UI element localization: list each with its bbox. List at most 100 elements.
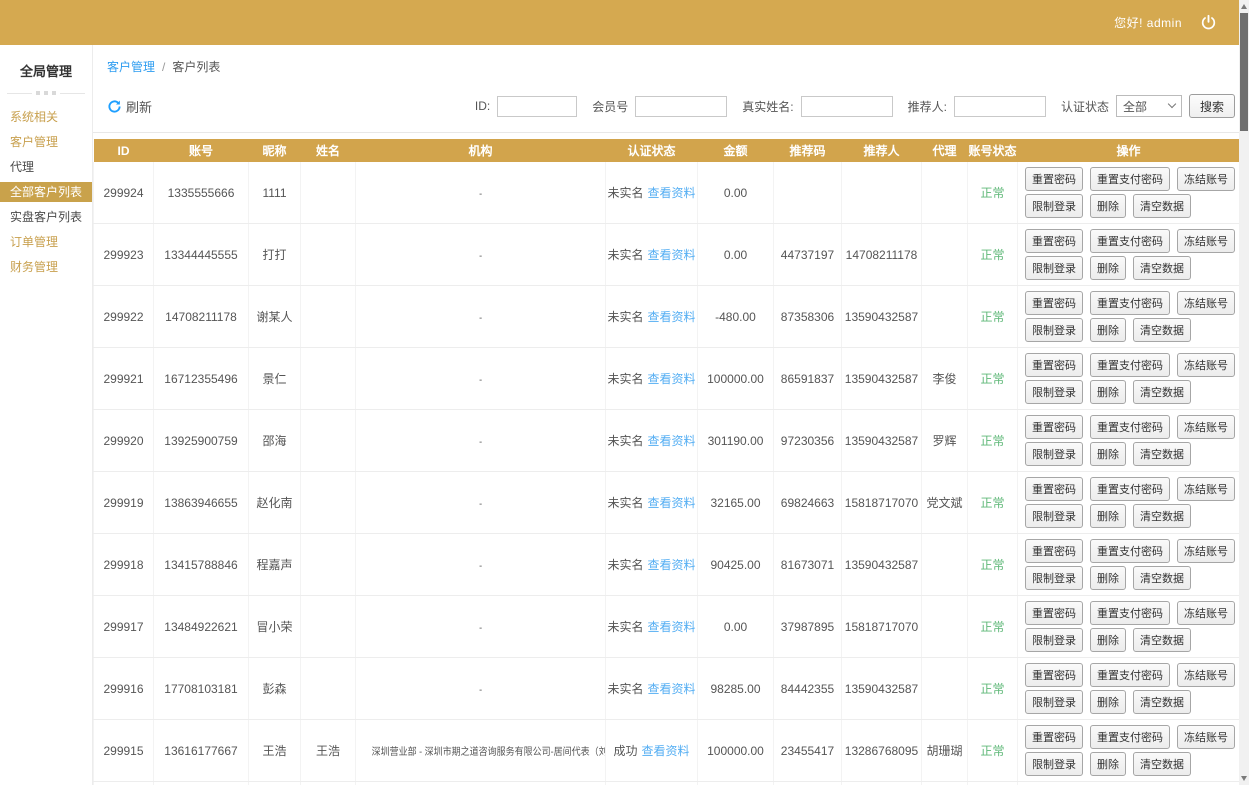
restrict-login-button[interactable]: 限制登录: [1025, 380, 1083, 404]
delete-button[interactable]: 删除: [1090, 628, 1126, 652]
sidebar-item-orders[interactable]: 订单管理: [0, 232, 92, 252]
reset-password-button[interactable]: 重置密码: [1025, 415, 1083, 439]
search-button[interactable]: 搜索: [1189, 94, 1235, 118]
reset-pay-password-button[interactable]: 重置支付密码: [1090, 415, 1170, 439]
view-profile-link[interactable]: 查看资料: [648, 620, 696, 634]
view-profile-link[interactable]: 查看资料: [648, 496, 696, 510]
delete-button[interactable]: 删除: [1090, 566, 1126, 590]
clear-data-button[interactable]: 清空数据: [1133, 256, 1191, 280]
scrollbar-down-arrow-icon[interactable]: [1241, 776, 1247, 781]
reset-pay-password-button[interactable]: 重置支付密码: [1090, 353, 1170, 377]
auth-status-select[interactable]: 全部: [1116, 95, 1182, 117]
cell-nickname: 打打: [249, 224, 301, 286]
restrict-login-button[interactable]: 限制登录: [1025, 194, 1083, 218]
reset-password-button[interactable]: 重置密码: [1025, 663, 1083, 687]
reset-password-button[interactable]: 重置密码: [1025, 477, 1083, 501]
clear-data-button[interactable]: 清空数据: [1133, 566, 1191, 590]
delete-button[interactable]: 删除: [1090, 380, 1126, 404]
freeze-account-button[interactable]: 冻结账号: [1177, 477, 1235, 501]
reset-password-button[interactable]: 重置密码: [1025, 229, 1083, 253]
reset-password-button[interactable]: 重置密码: [1025, 291, 1083, 315]
clear-data-button[interactable]: 清空数据: [1133, 504, 1191, 528]
delete-button[interactable]: 删除: [1090, 690, 1126, 714]
sidebar-item-real-customers[interactable]: 实盘客户列表: [0, 207, 92, 227]
referrer-input[interactable]: [954, 96, 1046, 117]
vertical-scrollbar[interactable]: [1239, 0, 1249, 785]
restrict-login-button[interactable]: 限制登录: [1025, 690, 1083, 714]
scrollbar-up-arrow-icon[interactable]: [1241, 4, 1247, 9]
power-logout-icon[interactable]: [1200, 14, 1217, 31]
freeze-account-button[interactable]: 冻结账号: [1177, 353, 1235, 377]
clear-data-button[interactable]: 清空数据: [1133, 318, 1191, 342]
refresh-label: 刷新: [126, 97, 152, 116]
restrict-login-button[interactable]: 限制登录: [1025, 318, 1083, 342]
view-profile-link[interactable]: 查看资料: [648, 310, 696, 324]
delete-button[interactable]: 删除: [1090, 504, 1126, 528]
reset-password-button[interactable]: 重置密码: [1025, 601, 1083, 625]
sidebar-item-customer-mgmt[interactable]: 客户管理: [0, 132, 92, 152]
clear-data-button[interactable]: 清空数据: [1133, 690, 1191, 714]
view-profile-link[interactable]: 查看资料: [648, 434, 696, 448]
freeze-account-button[interactable]: 冻结账号: [1177, 167, 1235, 191]
sidebar-item-all-customers[interactable]: 全部客户列表: [0, 182, 92, 202]
view-profile-link[interactable]: 查看资料: [648, 682, 696, 696]
delete-button[interactable]: 删除: [1090, 752, 1126, 776]
freeze-account-button[interactable]: 冻结账号: [1177, 229, 1235, 253]
clear-data-button[interactable]: 清空数据: [1133, 442, 1191, 466]
reset-pay-password-button[interactable]: 重置支付密码: [1090, 663, 1170, 687]
restrict-login-button[interactable]: 限制登录: [1025, 628, 1083, 652]
scrollbar-thumb[interactable]: [1240, 13, 1248, 131]
reset-pay-password-button[interactable]: 重置支付密码: [1090, 477, 1170, 501]
id-input[interactable]: [497, 96, 577, 117]
cell-account-status: 正常: [968, 286, 1018, 348]
cell-name: [301, 286, 356, 348]
freeze-account-button[interactable]: 冻结账号: [1177, 663, 1235, 687]
view-profile-link[interactable]: 查看资料: [648, 186, 696, 200]
reset-password-button[interactable]: 重置密码: [1025, 725, 1083, 749]
freeze-account-button[interactable]: 冻结账号: [1177, 291, 1235, 315]
reset-pay-password-button[interactable]: 重置支付密码: [1090, 229, 1170, 253]
breadcrumb-parent-link[interactable]: 客户管理: [107, 60, 155, 74]
view-profile-link[interactable]: 查看资料: [648, 248, 696, 262]
delete-button[interactable]: 删除: [1090, 442, 1126, 466]
reset-password-button[interactable]: 重置密码: [1025, 353, 1083, 377]
restrict-login-button[interactable]: 限制登录: [1025, 566, 1083, 590]
restrict-login-button[interactable]: 限制登录: [1025, 504, 1083, 528]
member-number-input[interactable]: [635, 96, 727, 117]
sidebar-item-finance[interactable]: 财务管理: [0, 257, 92, 277]
sidebar-item-system[interactable]: 系统相关: [0, 107, 92, 127]
reset-pay-password-button[interactable]: 重置支付密码: [1090, 539, 1170, 563]
freeze-account-button[interactable]: 冻结账号: [1177, 601, 1235, 625]
clear-data-button[interactable]: 清空数据: [1133, 628, 1191, 652]
restrict-login-button[interactable]: 限制登录: [1025, 442, 1083, 466]
view-profile-link[interactable]: 查看资料: [648, 558, 696, 572]
freeze-account-button[interactable]: 冻结账号: [1177, 415, 1235, 439]
reset-pay-password-button[interactable]: 重置支付密码: [1090, 291, 1170, 315]
clear-data-button[interactable]: 清空数据: [1133, 380, 1191, 404]
reset-pay-password-button[interactable]: 重置支付密码: [1090, 725, 1170, 749]
reset-pay-password-button[interactable]: 重置支付密码: [1090, 167, 1170, 191]
cell-account-status: 正常: [968, 782, 1018, 785]
delete-button[interactable]: 删除: [1090, 194, 1126, 218]
restrict-login-button[interactable]: 限制登录: [1025, 256, 1083, 280]
cell-account-status: 正常: [968, 596, 1018, 658]
delete-button[interactable]: 删除: [1090, 318, 1126, 342]
reset-password-button[interactable]: 重置密码: [1025, 539, 1083, 563]
delete-button[interactable]: 删除: [1090, 256, 1126, 280]
freeze-account-button[interactable]: 冻结账号: [1177, 539, 1235, 563]
view-profile-link[interactable]: 查看资料: [642, 744, 690, 758]
sidebar-item-agent[interactable]: 代理: [0, 157, 92, 177]
real-name-input[interactable]: [801, 96, 893, 117]
reset-password-button[interactable]: 重置密码: [1025, 167, 1083, 191]
clear-data-button[interactable]: 清空数据: [1133, 752, 1191, 776]
cell-amount: 0.00: [698, 782, 774, 785]
restrict-login-button[interactable]: 限制登录: [1025, 752, 1083, 776]
cell-auth-status: 未实名查看资料: [606, 658, 698, 720]
reset-pay-password-button[interactable]: 重置支付密码: [1090, 601, 1170, 625]
cell-referrer: 15818717070: [842, 472, 922, 534]
refresh-button[interactable]: 刷新: [107, 97, 152, 116]
cell-operations: 重置密码 重置支付密码 冻结账号 限制登录 删除 清空数据: [1018, 658, 1240, 720]
view-profile-link[interactable]: 查看资料: [648, 372, 696, 386]
clear-data-button[interactable]: 清空数据: [1133, 194, 1191, 218]
freeze-account-button[interactable]: 冻结账号: [1177, 725, 1235, 749]
